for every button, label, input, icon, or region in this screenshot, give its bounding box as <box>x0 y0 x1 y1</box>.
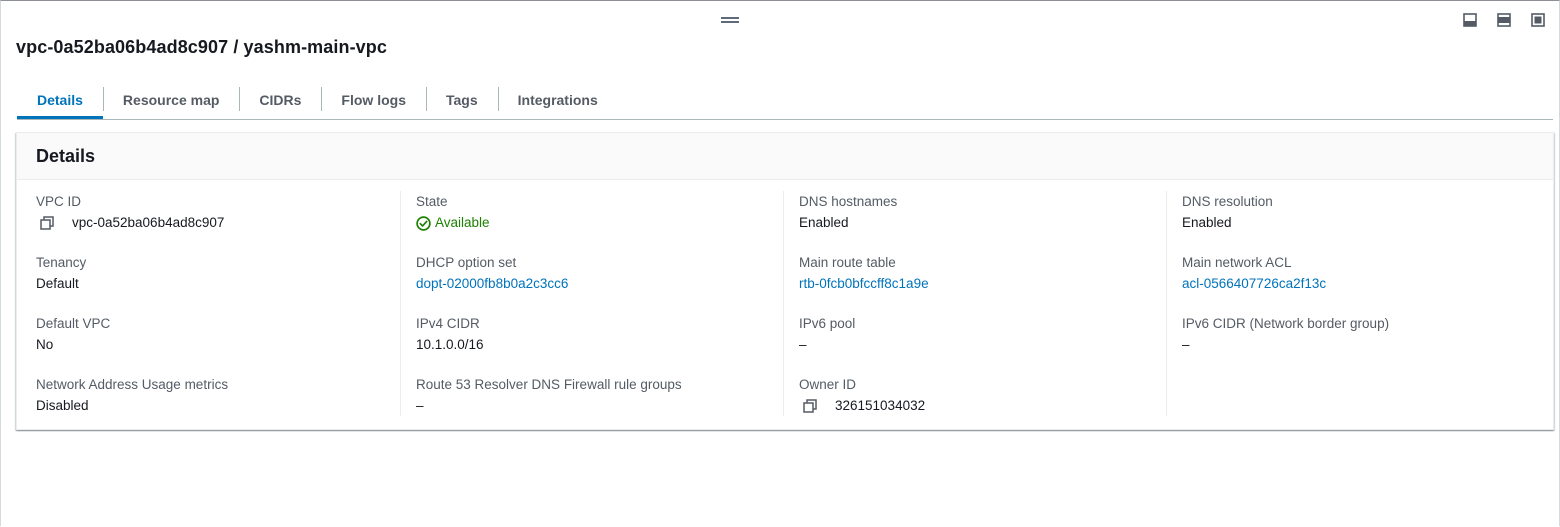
tab-integrations[interactable]: Integrations <box>497 81 618 118</box>
field-label: DHCP option set <box>416 255 517 270</box>
owner-id-value: 326151034032 <box>835 398 926 413</box>
field-ipv6-cidr: IPv6 CIDR (Network border group) – <box>1182 314 1552 374</box>
field-label: VPC ID <box>36 194 82 209</box>
resize-handle-icon[interactable] <box>721 16 739 24</box>
vpc-id-value: vpc-0a52ba06b4ad8c907 <box>72 215 225 230</box>
field-network-address-usage: Network Address Usage metrics Disabled <box>36 375 400 435</box>
field-label: IPv6 CIDR (Network border group) <box>1182 316 1390 331</box>
field-label: DNS hostnames <box>799 194 898 209</box>
page-title: vpc-0a52ba06b4ad8c907 / yashm-main-vpc <box>16 37 387 57</box>
details-column-3: DNS hostnames Enabled Main route table r… <box>783 191 1166 416</box>
dns-resolution-value: Enabled <box>1182 215 1232 230</box>
field-main-network-acl: Main network ACL acl-0566407726ca2f13c <box>1182 253 1552 313</box>
details-heading: Details <box>17 133 1553 180</box>
field-label: Default VPC <box>36 316 111 331</box>
dhcp-option-set-link[interactable]: dopt-02000fb8b0a2c3cc6 <box>416 273 783 295</box>
field-owner-id: Owner ID 326151034032 <box>799 375 1166 435</box>
field-route53-firewall: Route 53 Resolver DNS Firewall rule grou… <box>416 375 783 435</box>
main-network-acl-link[interactable]: acl-0566407726ca2f13c <box>1182 273 1552 295</box>
field-dns-hostnames: DNS hostnames Enabled <box>799 192 1166 252</box>
field-label: Main route table <box>799 255 896 270</box>
field-value: 326151034032 <box>799 395 1166 417</box>
field-state: State Available <box>416 192 783 252</box>
dns-hostnames-value: Enabled <box>799 215 849 230</box>
field-label: State <box>416 194 448 209</box>
details-column-2: State Available DHCP option set dopt-020… <box>400 191 783 416</box>
tab-resource-map[interactable]: Resource map <box>102 81 239 118</box>
tenancy-value: Default <box>36 276 79 291</box>
field-dns-resolution: DNS resolution Enabled <box>1182 192 1552 252</box>
field-label: IPv4 CIDR <box>416 316 480 331</box>
copy-icon[interactable] <box>803 399 817 413</box>
default-vpc-value: No <box>36 337 54 352</box>
field-label: Route 53 Resolver DNS Firewall rule grou… <box>416 377 682 392</box>
field-dhcp-option-set: DHCP option set dopt-02000fb8b0a2c3cc6 <box>416 253 783 313</box>
details-column-1: VPC ID vpc-0a52ba06b4ad8c907 Tenancy Def… <box>17 191 400 416</box>
state-value: Available <box>435 215 490 230</box>
field-label: DNS resolution <box>1182 194 1273 209</box>
status-success-icon <box>416 215 431 231</box>
field-default-vpc: Default VPC No <box>36 314 400 374</box>
field-value: vpc-0a52ba06b4ad8c907 <box>36 212 400 234</box>
split-panel: vpc-0a52ba06b4ad8c907 / yashm-main-vpc D… <box>0 0 1560 526</box>
panel-bottom-icon[interactable] <box>1463 13 1477 27</box>
field-label: Owner ID <box>799 377 857 392</box>
tab-cidrs[interactable]: CIDRs <box>239 81 321 118</box>
state-status: Available <box>416 212 783 234</box>
main-route-table-link[interactable]: rtb-0fcb0bfccff8c1a9e <box>799 273 1166 295</box>
details-container: Details VPC ID vpc-0a52ba06b4ad8c907 Ten… <box>16 132 1554 430</box>
field-tenancy: Tenancy Default <box>36 253 400 313</box>
field-ipv4-cidr: IPv4 CIDR 10.1.0.0/16 <box>416 314 783 374</box>
field-main-route-table: Main route table rtb-0fcb0bfccff8c1a9e <box>799 253 1166 313</box>
panel-side-icon[interactable] <box>1497 13 1511 27</box>
field-ipv6-pool: IPv6 pool – <box>799 314 1166 374</box>
ipv6-cidr-value: – <box>1182 337 1190 352</box>
tab-list: Details Resource map CIDRs Flow logs Tag… <box>17 81 1553 120</box>
panel-maximize-icon[interactable] <box>1531 13 1545 27</box>
field-vpc-id: VPC ID vpc-0a52ba06b4ad8c907 <box>36 192 400 252</box>
ipv6-pool-value: – <box>799 337 807 352</box>
field-label: IPv6 pool <box>799 316 856 331</box>
panel-controls <box>1463 13 1545 27</box>
copy-icon[interactable] <box>40 216 54 230</box>
ipv4-cidr-value: 10.1.0.0/16 <box>416 337 484 352</box>
route53-firewall-value: – <box>416 398 424 413</box>
details-column-4: DNS resolution Enabled Main network ACL … <box>1166 191 1552 416</box>
details-grid: VPC ID vpc-0a52ba06b4ad8c907 Tenancy Def… <box>17 191 1553 416</box>
tab-flow-logs[interactable]: Flow logs <box>321 81 426 118</box>
field-label: Main network ACL <box>1182 255 1292 270</box>
field-label: Network Address Usage metrics <box>36 377 229 392</box>
tab-tags[interactable]: Tags <box>425 81 498 118</box>
field-label: Tenancy <box>36 255 87 270</box>
tab-details[interactable]: Details <box>17 81 103 119</box>
network-address-usage-value: Disabled <box>36 398 89 413</box>
